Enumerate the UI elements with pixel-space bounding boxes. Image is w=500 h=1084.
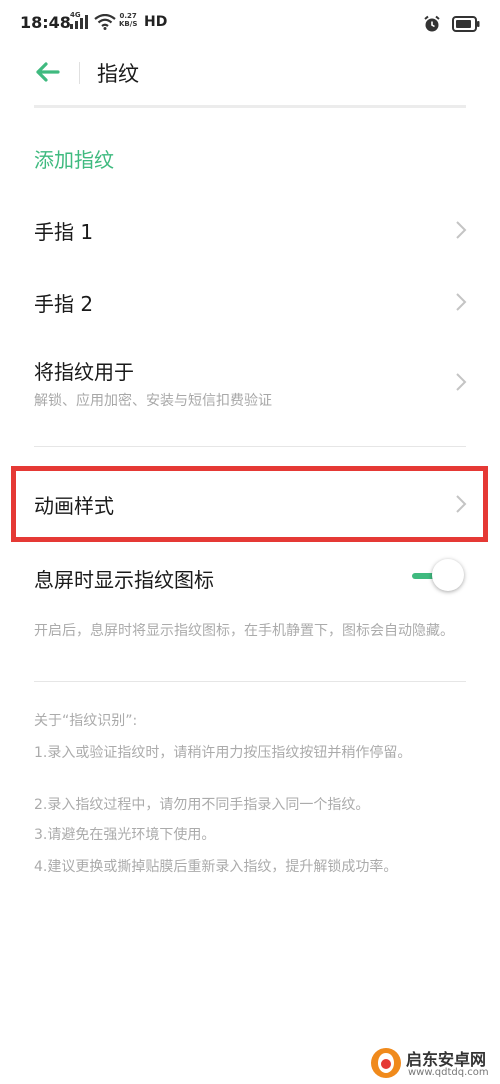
list-item-finger-2[interactable]: 手指 2: [34, 278, 467, 324]
toggle-row-screen-off-icon: 息屏时显示指纹图标: [34, 556, 466, 596]
battery-icon: [452, 15, 480, 32]
list-item-label: 手指 2: [34, 292, 94, 316]
chevron-right-icon: [456, 221, 467, 239]
highlight-annotation-box: [11, 466, 488, 542]
chevron-right-icon: [456, 373, 467, 391]
alarm-icon: [424, 15, 440, 31]
page-title: 指纹: [97, 62, 139, 86]
toggle-knob: [432, 559, 464, 591]
header-rule: [34, 105, 466, 108]
watermark-logo-icon: [371, 1048, 401, 1078]
tip-item-3: 3.请避免在强光环境下使用。: [34, 827, 216, 843]
list-item-use-fingerprint-for[interactable]: 将指纹用于 解锁、应用加密、安装与短信扣费验证: [34, 348, 467, 418]
toggle-row-label: 息屏时显示指纹图标: [34, 568, 214, 592]
watermark-url: www.qdtdq.com: [408, 1067, 489, 1078]
back-arrow-icon: [36, 62, 60, 82]
status-time: 18:48: [20, 13, 71, 32]
wifi-icon: [94, 14, 116, 30]
list-item-subtitle: 解锁、应用加密、安装与短信扣费验证: [34, 393, 272, 409]
add-fingerprint-button[interactable]: 添加指纹: [34, 144, 114, 173]
list-item-finger-1[interactable]: 手指 1: [34, 206, 467, 252]
tip-item-1: 1.录入或验证指纹时，请稍许用力按压指纹按钮并稍作停留。: [34, 745, 412, 761]
screen-off-icon-toggle[interactable]: [410, 557, 468, 593]
signal-icon: [70, 15, 88, 29]
section-divider: [34, 681, 466, 682]
list-item-label: 将指纹用于: [34, 360, 134, 384]
tip-item-2: 2.录入指纹过程中，请勿用不同手指录入同一个指纹。: [34, 797, 370, 813]
hd-badge: HD: [144, 14, 168, 30]
chevron-right-icon: [456, 293, 467, 311]
watermark: 启东安卓网 www.qdtdq.com: [370, 1046, 498, 1080]
list-item-label: 手指 1: [34, 220, 94, 244]
app-bar-divider: [79, 62, 80, 84]
status-right-icons: [423, 13, 480, 33]
status-bar: 18:48 4G 0.27 KB/S HD: [0, 0, 500, 46]
tip-item-4: 4.建议更换或撕掉贴膜后重新录入指纹，提升解锁成功率。: [34, 859, 398, 875]
back-button[interactable]: [30, 58, 64, 86]
speed-value: 0.27: [119, 12, 137, 20]
section-divider: [34, 446, 466, 447]
network-speed: 0.27 KB/S: [119, 12, 137, 28]
about-title: 关于“指纹识别”:: [34, 713, 138, 729]
app-bar: 指纹: [0, 46, 500, 100]
speed-unit: KB/S: [119, 20, 138, 28]
toggle-description: 开启后，息屏时将显示指纹图标，在手机静置下，图标会自动隐藏。: [34, 623, 454, 639]
